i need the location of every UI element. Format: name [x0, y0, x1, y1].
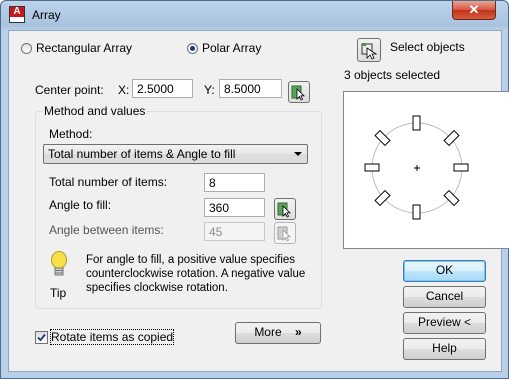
method-values-title: Method and values [42, 104, 148, 118]
tip-label: Tip [50, 286, 67, 300]
method-select[interactable]: Total number of items & Angle to fill [43, 144, 308, 164]
rotate-items-checkbox[interactable] [35, 331, 48, 344]
angle-between-input[interactable]: 45 [204, 222, 265, 241]
chevron-double-down-icon: » [295, 325, 302, 339]
polar-array-preview-graphic [364, 115, 469, 220]
polar-array-label[interactable]: Polar Array [202, 41, 261, 55]
rectangular-array-radio[interactable] [21, 43, 32, 54]
select-objects-label[interactable]: Select objects [390, 40, 465, 54]
total-items-label: Total number of items: [49, 175, 168, 189]
angle-to-fill-input[interactable]: 360 [204, 198, 265, 217]
pick-center-point-button[interactable] [288, 81, 310, 103]
method-label: Method: [49, 127, 93, 141]
polar-array-radio[interactable] [187, 43, 198, 54]
selection-status: 3 objects selected [344, 68, 441, 82]
method-select-value: Total number of items & Angle to fill [48, 147, 236, 161]
center-y-input[interactable]: 8.5000 [219, 79, 282, 98]
ok-button[interactable]: OK [403, 260, 486, 282]
tip-text: For angle to fill, a positive value spec… [86, 254, 306, 294]
checkmark-icon [37, 333, 46, 342]
help-button[interactable]: Help [403, 338, 486, 360]
pick-angle-between-button[interactable] [274, 222, 296, 244]
pick-angle-to-fill-button[interactable] [274, 198, 296, 220]
total-items-input[interactable]: 8 [204, 173, 265, 192]
pick-point-icon [277, 226, 291, 242]
close-button[interactable]: ✕ [452, 1, 496, 20]
preview-button[interactable]: Preview < [403, 312, 486, 334]
chevron-down-icon [294, 152, 302, 156]
center-point-label: Center point: [35, 83, 104, 97]
preview-panel [343, 91, 509, 249]
autocad-app-icon: A [9, 6, 25, 23]
select-objects-button[interactable] [357, 38, 381, 62]
select-objects-icon [361, 43, 378, 60]
angle-between-label: Angle between items: [49, 223, 164, 237]
more-button[interactable]: More » [235, 322, 321, 344]
more-button-label: More [254, 325, 282, 339]
pick-point-icon [291, 85, 305, 101]
center-y-label: Y: [204, 83, 215, 97]
rectangular-array-label[interactable]: Rectangular Array [36, 41, 132, 55]
center-x-label: X: [118, 83, 130, 97]
title-bar[interactable]: A Array ✕ [1, 1, 508, 29]
lightbulb-icon [50, 250, 68, 281]
array-dialog: A Array ✕ Rectangular Array Polar Array … [0, 0, 509, 379]
pick-point-icon [277, 202, 291, 218]
center-x-input[interactable]: 2.5000 [132, 79, 193, 98]
cancel-button[interactable]: Cancel [403, 286, 486, 308]
window-title: Array [32, 8, 61, 22]
rotate-items-label[interactable]: Rotate items as copied [49, 329, 175, 345]
angle-to-fill-label: Angle to fill: [49, 198, 112, 212]
dialog-body: Rectangular Array Polar Array Select obj… [8, 30, 509, 372]
